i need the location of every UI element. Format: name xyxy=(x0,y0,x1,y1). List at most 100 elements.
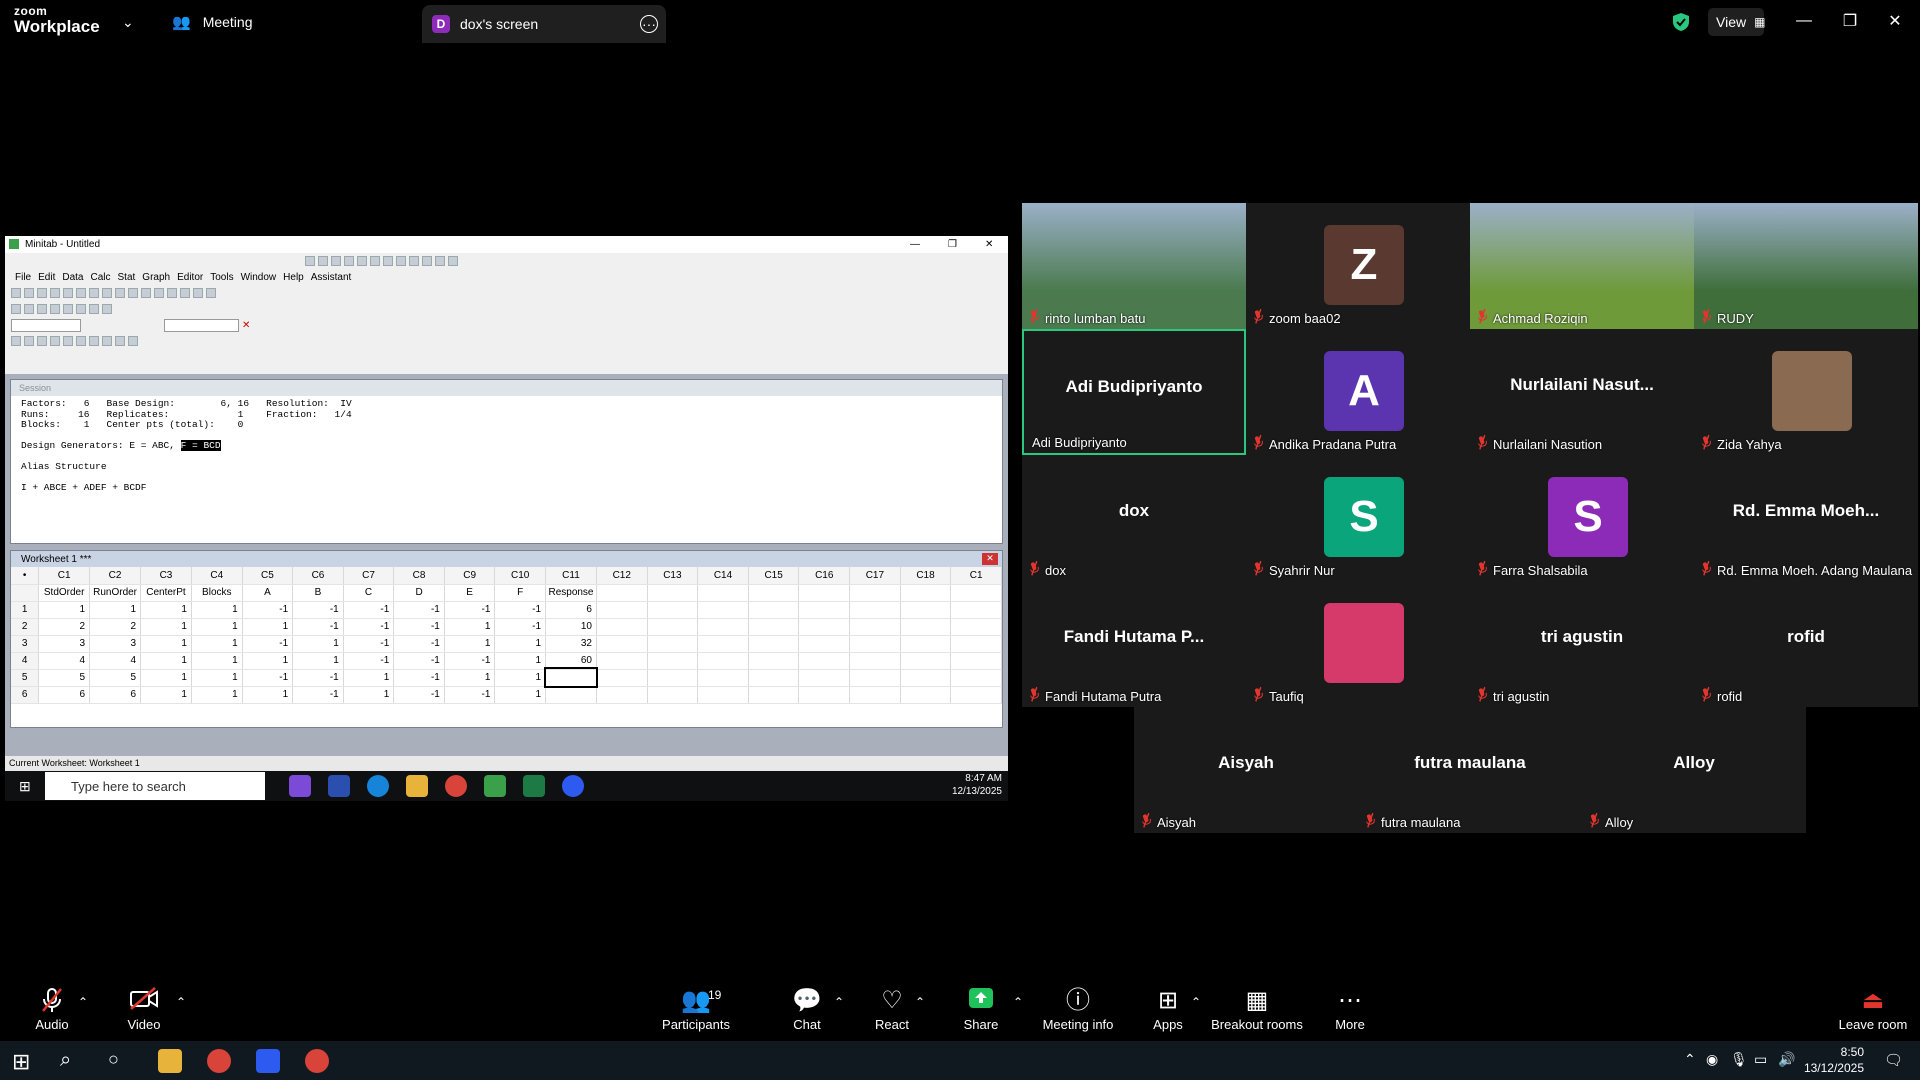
participant-tile[interactable]: Nurlailani Nasut... Nurlailani Nasution xyxy=(1470,329,1694,455)
column-name-cell[interactable] xyxy=(798,584,851,602)
grid-cell[interactable]: 1 xyxy=(343,669,395,687)
row-header[interactable]: 2 xyxy=(11,618,40,636)
column-header[interactable]: C9 xyxy=(444,567,496,585)
grid-cell[interactable]: 6 xyxy=(545,601,597,619)
grid-cell[interactable]: -1 xyxy=(292,601,344,619)
grid-cell[interactable] xyxy=(849,686,901,704)
toolbar-icon[interactable] xyxy=(141,288,151,298)
network-icon[interactable]: ▭ xyxy=(1754,1051,1767,1068)
grid-cell[interactable]: 1 xyxy=(38,601,91,619)
grid-cell[interactable] xyxy=(798,686,851,704)
grid-cell[interactable]: 1 xyxy=(140,601,192,619)
video-button[interactable]: Video xyxy=(104,987,184,1032)
grid-cell[interactable] xyxy=(543,667,599,688)
grid-cell[interactable]: 1 xyxy=(140,652,192,670)
grid-cell[interactable] xyxy=(849,669,901,687)
column-header[interactable]: C4 xyxy=(191,567,243,585)
column-name-cell[interactable]: CenterPt xyxy=(140,584,192,602)
grid-cell[interactable]: -1 xyxy=(242,601,294,619)
os-clock[interactable]: 8:50 13/12/2025 xyxy=(1804,1044,1864,1076)
column-name-cell[interactable]: D xyxy=(393,584,445,602)
grid-cell[interactable]: 1 xyxy=(292,652,344,670)
grid-cell[interactable]: -1 xyxy=(393,618,445,636)
participant-tile[interactable]: Achmad Roziqin xyxy=(1470,203,1694,329)
microphone-icon[interactable]: 🎙 xyxy=(1730,1051,1748,1068)
windows-start-icon[interactable]: ⊞ xyxy=(12,1049,30,1075)
worksheet-close-icon[interactable]: ✕ xyxy=(982,553,998,565)
grid-cell[interactable]: 1 xyxy=(494,652,547,670)
toolbar-icon[interactable] xyxy=(11,336,21,346)
row-header[interactable]: 4 xyxy=(11,652,40,670)
grid-cell[interactable] xyxy=(748,686,800,704)
grid-cell[interactable]: 1 xyxy=(343,686,395,704)
grid-cell[interactable]: -1 xyxy=(393,601,445,619)
grid-cell[interactable]: 1 xyxy=(140,635,192,653)
chrome-icon[interactable] xyxy=(305,1049,329,1073)
grid-cell[interactable] xyxy=(950,601,1002,619)
menu-stat[interactable]: Stat xyxy=(118,272,136,283)
column-header[interactable]: C6 xyxy=(292,567,344,585)
grid-cell[interactable]: -1 xyxy=(343,601,395,619)
toolbar-icon[interactable] xyxy=(357,256,367,266)
toolbar-icon[interactable] xyxy=(396,256,406,266)
grid-cell[interactable] xyxy=(900,601,952,619)
toolbar-icon[interactable] xyxy=(50,288,60,298)
grid-cell[interactable] xyxy=(849,635,901,653)
column-header[interactable]: C16 xyxy=(798,567,851,585)
toolbar-icon[interactable] xyxy=(448,256,458,266)
menu-calc[interactable]: Calc xyxy=(90,272,110,283)
participant-tile[interactable]: RUDY xyxy=(1694,203,1918,329)
toolbar-icon[interactable] xyxy=(180,288,190,298)
grid-cell[interactable] xyxy=(950,618,1002,636)
grid-cell[interactable]: 1 xyxy=(444,635,496,653)
grid-cell[interactable]: -1 xyxy=(242,635,294,653)
toolbar-icon[interactable] xyxy=(11,288,21,298)
grid-cell[interactable] xyxy=(697,635,749,653)
toolbar-icon[interactable] xyxy=(24,288,34,298)
grid-cell[interactable]: -1 xyxy=(444,652,496,670)
volume-icon[interactable]: 🔊 xyxy=(1778,1051,1795,1068)
grid-cell[interactable]: 10 xyxy=(545,618,597,636)
column-name-cell[interactable]: B xyxy=(292,584,344,602)
grid-cell[interactable]: 1 xyxy=(242,652,294,670)
row-header[interactable] xyxy=(11,584,40,602)
column-name-cell[interactable]: StdOrder xyxy=(38,584,91,602)
row-header[interactable]: 3 xyxy=(11,635,40,653)
audio-caret-icon[interactable]: ⌃ xyxy=(78,995,88,1009)
grid-cell[interactable]: -1 xyxy=(343,652,395,670)
grid-cell[interactable] xyxy=(697,686,749,704)
grid-cell[interactable]: 1 xyxy=(242,686,294,704)
column-header[interactable]: C10 xyxy=(494,567,547,585)
minitab-close-icon[interactable]: ✕ xyxy=(985,239,993,250)
grid-cell[interactable] xyxy=(596,686,648,704)
participant-tile[interactable]: Taufiq xyxy=(1246,581,1470,707)
grid-cell[interactable] xyxy=(798,618,851,636)
grid-cell[interactable] xyxy=(900,669,952,687)
toolbar-icon[interactable] xyxy=(24,304,34,314)
minitab-minimize-icon[interactable]: — xyxy=(910,239,920,250)
toolbar-icon[interactable] xyxy=(193,288,203,298)
tray-chevron-up-icon[interactable]: ⌃ xyxy=(1684,1051,1696,1068)
column-name-cell[interactable] xyxy=(849,584,901,602)
toolbar-icon[interactable] xyxy=(37,336,47,346)
participants-button[interactable]: 👥 19 Participants xyxy=(656,987,736,1032)
apps-caret-icon[interactable]: ⌃ xyxy=(1191,995,1201,1009)
column-name-cell[interactable]: RunOrder xyxy=(89,584,142,602)
toolbar-icon[interactable] xyxy=(11,304,21,314)
column-name-cell[interactable] xyxy=(596,584,648,602)
chrome-icon[interactable] xyxy=(207,1049,231,1073)
grid-corner[interactable]: • xyxy=(11,567,40,585)
grid-cell[interactable]: 1 xyxy=(494,635,547,653)
grid-cell[interactable]: -1 xyxy=(343,635,395,653)
grid-cell[interactable]: 3 xyxy=(89,635,142,653)
grid-cell[interactable]: 1 xyxy=(140,618,192,636)
zoom-workplace-icon[interactable] xyxy=(256,1049,280,1073)
worksheet-grid[interactable]: • C1 C2 C3 C4 C5 C6 C7 C8 C9 C10 C11 C12 C13 C14 C15 C16… xyxy=(11,567,1002,704)
toolbar-icon[interactable] xyxy=(128,336,138,346)
column-header[interactable]: C8 xyxy=(393,567,445,585)
cortana-icon[interactable]: ○ xyxy=(108,1049,119,1070)
toolbar-icon[interactable] xyxy=(344,256,354,266)
toolbar-icon[interactable] xyxy=(102,336,112,346)
grid-cell[interactable] xyxy=(647,652,699,670)
toolbar-icon[interactable] xyxy=(50,304,60,314)
